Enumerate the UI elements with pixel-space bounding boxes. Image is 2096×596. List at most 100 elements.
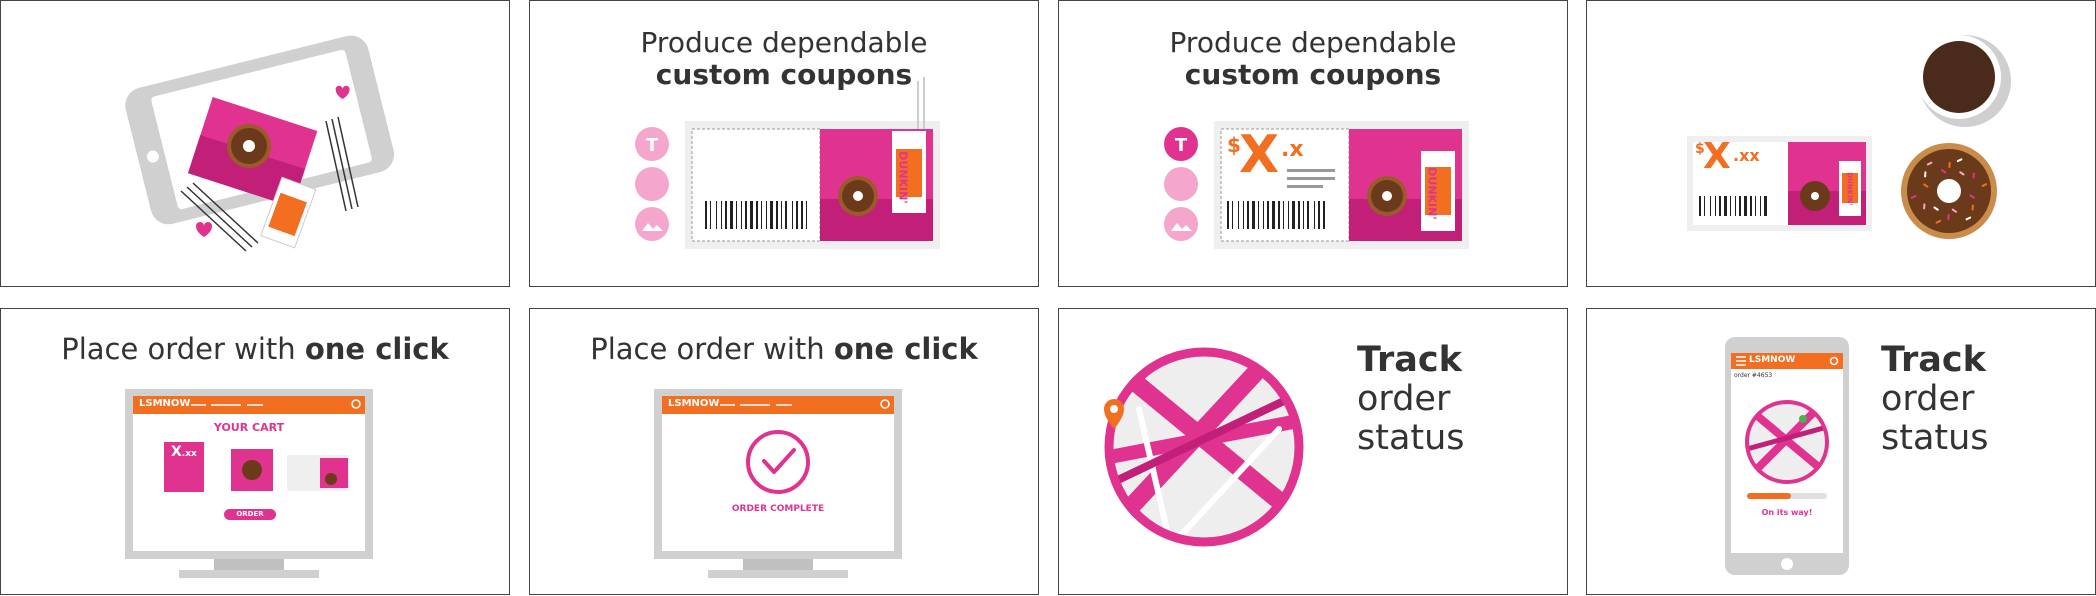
- order-complete-text: ORDER COMPLETE: [731, 504, 825, 514]
- track-line-3: status: [1357, 418, 1465, 459]
- barcode-bar: [1258, 201, 1259, 229]
- barcode-bar: [716, 201, 717, 229]
- barcode-bar: [741, 201, 742, 229]
- map-icon: [1104, 347, 1304, 547]
- barcode-bar: [1744, 196, 1747, 216]
- monitor-icon: [654, 389, 902, 578]
- barcode-bar: [721, 201, 722, 229]
- barcode-bar: [736, 201, 737, 229]
- barcode-bar: [1704, 196, 1705, 216]
- barcode-bar: [745, 201, 747, 229]
- barcode-bar: [1760, 196, 1761, 216]
- order-button[interactable]: ORDER: [224, 509, 276, 520]
- barcode-bar: [1323, 201, 1325, 229]
- track-line-3: status: [1881, 418, 1989, 459]
- track-heading: Track order status: [1881, 340, 1989, 459]
- cart-coupon-price-cents: .xx: [181, 449, 197, 459]
- brand-logo: LSMNOW: [668, 398, 720, 409]
- barcode-bar: [725, 201, 727, 229]
- panel-coupon-coffee: $ X .xx DUNKIN': [1586, 0, 2096, 287]
- barcode-bar: [1739, 196, 1741, 216]
- barcode-bar: [781, 201, 782, 229]
- price-main: X: [1239, 125, 1280, 185]
- barcode-bar: [750, 201, 753, 229]
- cart-title: YOUR CART: [213, 421, 285, 434]
- order-number: order #4653: [1734, 372, 1773, 379]
- barcode-bar: [792, 201, 793, 229]
- barcode-bar: [1292, 201, 1295, 229]
- barcode-bar: [1227, 201, 1229, 229]
- track-bold: Track: [1357, 340, 1462, 380]
- phone-coupon-illustration: [125, 35, 395, 252]
- monitor-icon: [125, 389, 373, 578]
- panel-phone-coupon: [0, 0, 510, 287]
- barcode-bar: [705, 201, 707, 229]
- panel-custom-coupons-filled: Produce dependable custom coupons T $ X …: [1058, 0, 1568, 287]
- barcode-bar: [806, 201, 807, 229]
- barcode-bar: [1715, 196, 1716, 216]
- barcode-bar: [1314, 201, 1315, 229]
- cart-coupon-price: X.xx: [171, 444, 197, 460]
- barcode-bar: [1267, 201, 1269, 229]
- order-button-label: ORDER: [236, 510, 264, 518]
- barcode-bar: [761, 201, 762, 229]
- barcode-bar: [1750, 196, 1752, 216]
- barcode-bar: [1252, 201, 1255, 229]
- track-line-2: order: [1881, 379, 1975, 420]
- cup-brand: DUNKIN': [1845, 172, 1854, 206]
- barcode-bar: [1232, 201, 1233, 229]
- brand-logo: LSMNOW: [139, 398, 191, 409]
- barcode-bar: [1307, 201, 1309, 229]
- barcode-bar: [1710, 196, 1711, 216]
- barcode-bar: [1243, 201, 1244, 229]
- delivery-progress-fill: [1747, 493, 1791, 499]
- panel-place-order: Place order with one click LSMNOW YOUR C…: [0, 308, 510, 595]
- barcode-bar: [1238, 201, 1239, 229]
- price-main: X: [1703, 136, 1731, 177]
- cart-coupon-price-main: X: [171, 444, 182, 460]
- barcode-bars: [705, 201, 807, 229]
- brand-logo: LSMNOW: [1749, 355, 1796, 365]
- track-line-2: order: [1357, 379, 1451, 420]
- barcode-bar: [1755, 196, 1756, 216]
- barcode-bar: [1288, 201, 1289, 229]
- panel-track-order-map: Track order status: [1058, 308, 1568, 595]
- barcode-bar: [1724, 196, 1727, 216]
- barcode-bar: [1247, 201, 1249, 229]
- location-pin-icon: [1799, 415, 1807, 423]
- price-cents: .x: [1281, 137, 1304, 162]
- panel-track-order-phone: LSMNOW order #4653 On its way! Track ord…: [1586, 308, 2096, 595]
- barcode-bars: [1227, 201, 1325, 229]
- barcode-bar: [730, 201, 733, 229]
- barcode-bar: [770, 201, 773, 229]
- track-bold: Track: [1881, 340, 1986, 380]
- barcode-bar: [1730, 196, 1731, 216]
- barcode-bar: [1764, 196, 1767, 216]
- status-text: On its way!: [1761, 508, 1813, 517]
- barcode-bar: [1272, 201, 1275, 229]
- barcode-bar: [1318, 201, 1320, 229]
- barcode-bar: [766, 201, 767, 229]
- barcode-bar: [1283, 201, 1284, 229]
- barcode-bar: [776, 201, 778, 229]
- barcode-bar: [1303, 201, 1304, 229]
- barcode-bar: [1263, 201, 1264, 229]
- track-heading: Track order status: [1357, 340, 1465, 459]
- barcode-bars: [1699, 196, 1767, 216]
- phone-icon: [1725, 337, 1849, 575]
- barcode-bar: [1298, 201, 1300, 229]
- cup-brand: DUNKIN': [896, 151, 910, 204]
- barcode-bar: [801, 201, 803, 229]
- panel-custom-coupons-blank: Produce dependable custom coupons T DUNK…: [529, 0, 1039, 287]
- barcode-bar: [1735, 196, 1736, 216]
- barcode-bar: [710, 201, 711, 229]
- barcode-bar: [1278, 201, 1280, 229]
- barcode-bar: [796, 201, 798, 229]
- price-cents: .xx: [1733, 146, 1760, 165]
- barcode-bar: [756, 201, 758, 229]
- cup-brand: DUNKIN': [1425, 167, 1439, 220]
- barcode-bar: [1699, 196, 1701, 216]
- panel-order-complete: Place order with one click LSMNOW ORDER …: [529, 308, 1039, 595]
- barcode-bar: [785, 201, 787, 229]
- barcode-bar: [1719, 196, 1721, 216]
